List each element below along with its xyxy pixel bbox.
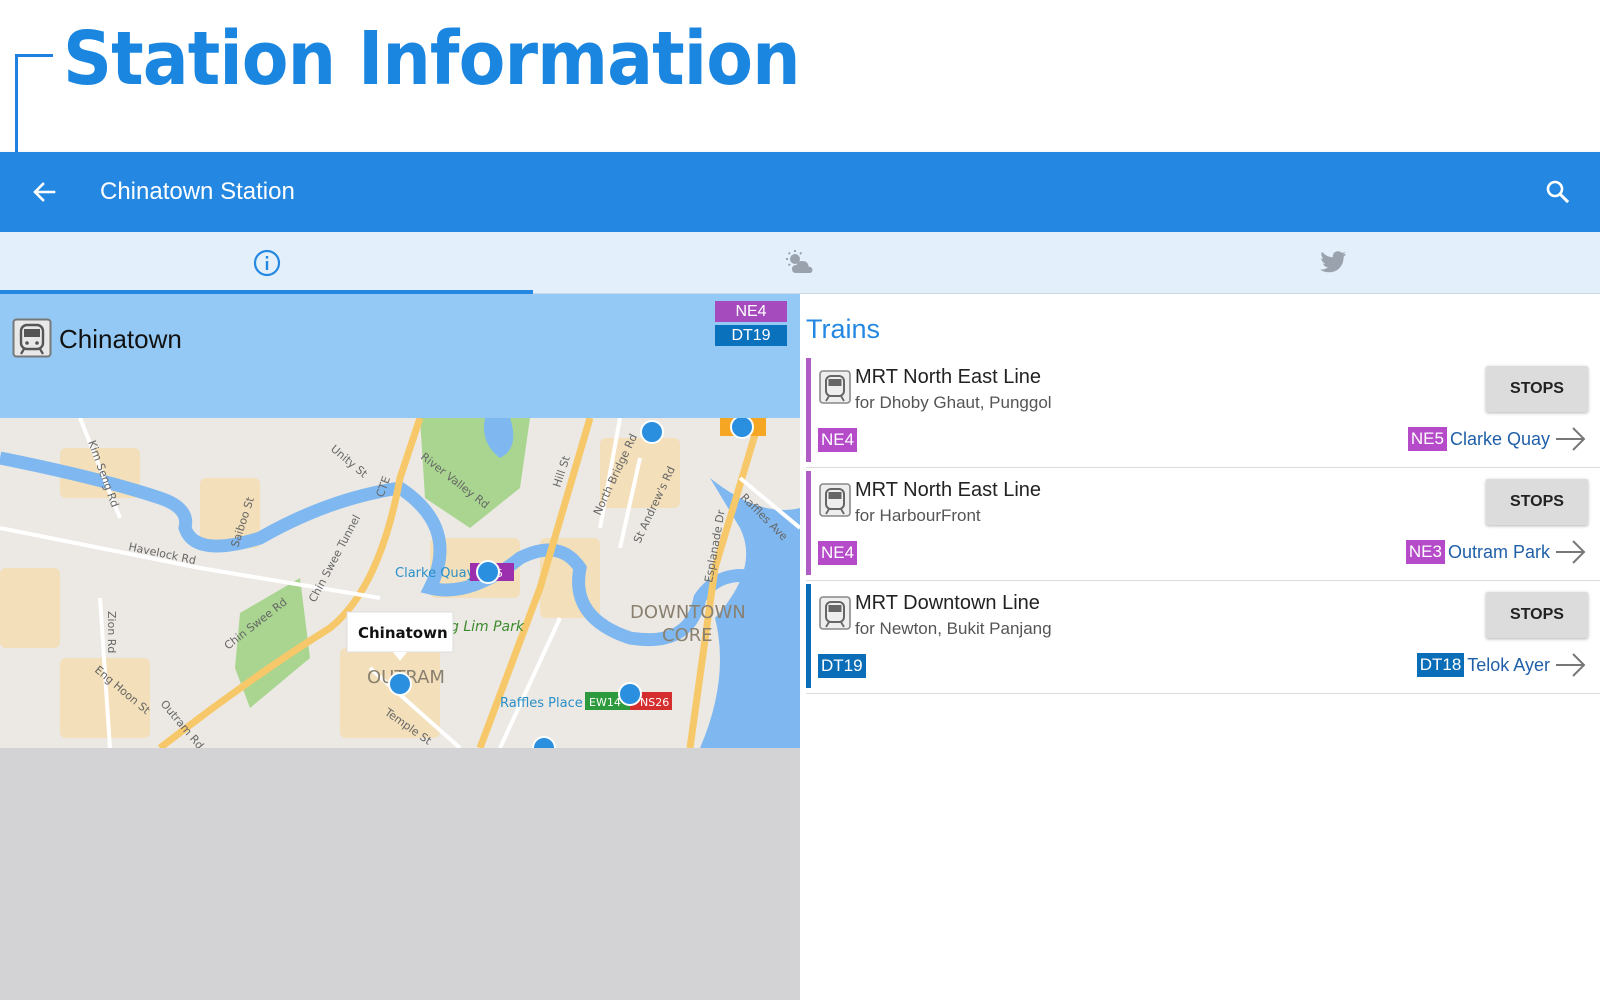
info-icon: [253, 249, 280, 276]
tab-bar: [0, 232, 1600, 294]
empty-content-area: [800, 694, 1600, 1000]
search-button[interactable]: [1538, 172, 1578, 212]
train-icon: [12, 318, 52, 358]
current-station-code: NE4: [818, 428, 858, 452]
train-line-name: MRT Downtown Line: [855, 592, 1040, 614]
map-callout-label: Chinatown: [358, 624, 448, 642]
station-header: Chinatown NE4 DT19: [0, 294, 800, 418]
weather-icon: [785, 249, 813, 273]
map-label-lim-park: g Lim Park: [450, 619, 525, 635]
stops-button[interactable]: STOPS: [1486, 592, 1588, 638]
line-color-bar: [806, 584, 811, 688]
next-station-name: Telok Ayer: [1467, 654, 1550, 675]
station-panel: Chinatown NE4 DT19 Kim Seng Rd Havelock …: [0, 294, 800, 1000]
arrow-right-icon: [1556, 653, 1586, 677]
arrow-left-icon: [33, 182, 56, 202]
train-row: MRT North East Line for HarbourFront NE4…: [806, 471, 1600, 581]
train-line-name: MRT North East Line: [855, 366, 1042, 388]
map-label-downtown: DOWNTOWN: [630, 602, 746, 623]
promo-title: Station Information: [63, 16, 801, 102]
train-row: MRT Downtown Line for Newton, Bukit Panj…: [806, 584, 1600, 694]
arrow-right-icon: [1556, 427, 1586, 451]
map-code-ew14: EW14: [589, 696, 621, 709]
tab-twitter[interactable]: [1067, 232, 1600, 293]
line-color-bar: [806, 471, 811, 575]
train-row: MRT North East Line for Dhoby Ghaut, Pun…: [806, 358, 1600, 468]
stops-button[interactable]: STOPS: [1486, 479, 1588, 525]
arrow-right-icon: [1556, 540, 1586, 564]
map-label-raffles-place: Raffles Place: [500, 696, 583, 711]
train-line-name: MRT North East Line: [855, 479, 1042, 501]
next-station-name: Outram Park: [1447, 541, 1550, 562]
station-code-dt: DT19: [715, 325, 787, 346]
train-direction: for Newton, Bukit Panjang: [855, 619, 1052, 638]
map-code-ns26: NS26: [640, 696, 669, 709]
current-station-code: DT19: [818, 654, 866, 678]
station-code-ne: NE4: [715, 301, 787, 322]
trains-panel: Trains MRT North East Line for Dhoby Gha…: [800, 294, 1600, 1000]
app-bar-title: Chinatown Station: [100, 178, 295, 205]
promo-header: Station Information: [0, 0, 1600, 152]
trains-title: Trains: [806, 314, 881, 344]
search-icon: [1546, 180, 1570, 204]
tab-weather[interactable]: [533, 232, 1066, 293]
map-label-core: CORE: [662, 625, 713, 646]
map-label-zion: Zion Rd: [105, 611, 118, 653]
train-icon: [819, 596, 851, 630]
current-station-code: NE4: [818, 541, 858, 565]
train-icon: [819, 483, 851, 517]
train-icon: [819, 370, 851, 404]
twitter-icon: [1320, 250, 1347, 272]
map-canvas: Kim Seng Rd Havelock Rd Zion Rd Eng Hoon…: [0, 418, 800, 748]
promo-bracket: [15, 54, 53, 152]
next-station-name: Clarke Quay: [1449, 428, 1550, 449]
tab-info[interactable]: [0, 232, 534, 294]
next-station-link[interactable]: NE3 Outram Park: [1405, 537, 1588, 567]
map-label-clarke-quay: Clarke Quay: [395, 566, 475, 581]
train-direction: for HarbourFront: [855, 506, 981, 525]
back-button[interactable]: [24, 172, 64, 212]
stops-button[interactable]: STOPS: [1486, 366, 1588, 412]
next-station-code: DT18: [1416, 653, 1465, 677]
next-station-link[interactable]: DT18 Telok Ayer: [1416, 650, 1588, 680]
line-color-bar: [806, 358, 811, 462]
next-station-link[interactable]: NE5 Clarke Quay: [1407, 424, 1588, 454]
next-station-code: NE3: [1405, 540, 1445, 564]
next-station-code: NE5: [1407, 427, 1447, 451]
app-bar: Chinatown Station: [0, 152, 1600, 232]
station-map[interactable]: Kim Seng Rd Havelock Rd Zion Rd Eng Hoon…: [0, 418, 800, 748]
screen: Station Information Chinatown Station Ch…: [0, 0, 1600, 1000]
station-name: Chinatown: [59, 324, 182, 354]
train-direction: for Dhoby Ghaut, Punggol: [855, 393, 1052, 412]
